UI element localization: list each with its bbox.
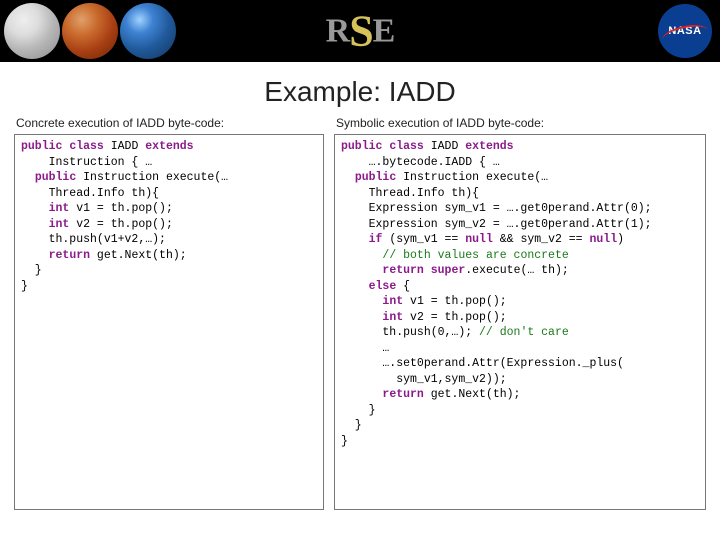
- logo-s: S: [349, 7, 372, 56]
- logo-r: R: [326, 13, 350, 50]
- slide-title: Example: IADD: [0, 76, 720, 108]
- rse-logo: RSE: [326, 6, 395, 57]
- logo-e: E: [373, 13, 395, 50]
- header-banner: RSE NASA: [0, 0, 720, 62]
- left-caption: Concrete execution of IADD byte-code:: [16, 116, 324, 130]
- earth-icon: [120, 3, 176, 59]
- moon-icon: [4, 3, 60, 59]
- left-code-block: public class IADD extends Instruction { …: [14, 134, 324, 510]
- right-caption: Symbolic execution of IADD byte-code:: [336, 116, 706, 130]
- content-columns: Concrete execution of IADD byte-code: pu…: [0, 116, 720, 510]
- left-column: Concrete execution of IADD byte-code: pu…: [14, 116, 324, 510]
- nasa-logo-icon: NASA: [658, 4, 712, 58]
- nasa-label: NASA: [668, 25, 701, 37]
- mars-icon: [62, 3, 118, 59]
- right-code-block: public class IADD extends ….bytecode.IAD…: [334, 134, 706, 510]
- right-column: Symbolic execution of IADD byte-code: pu…: [334, 116, 706, 510]
